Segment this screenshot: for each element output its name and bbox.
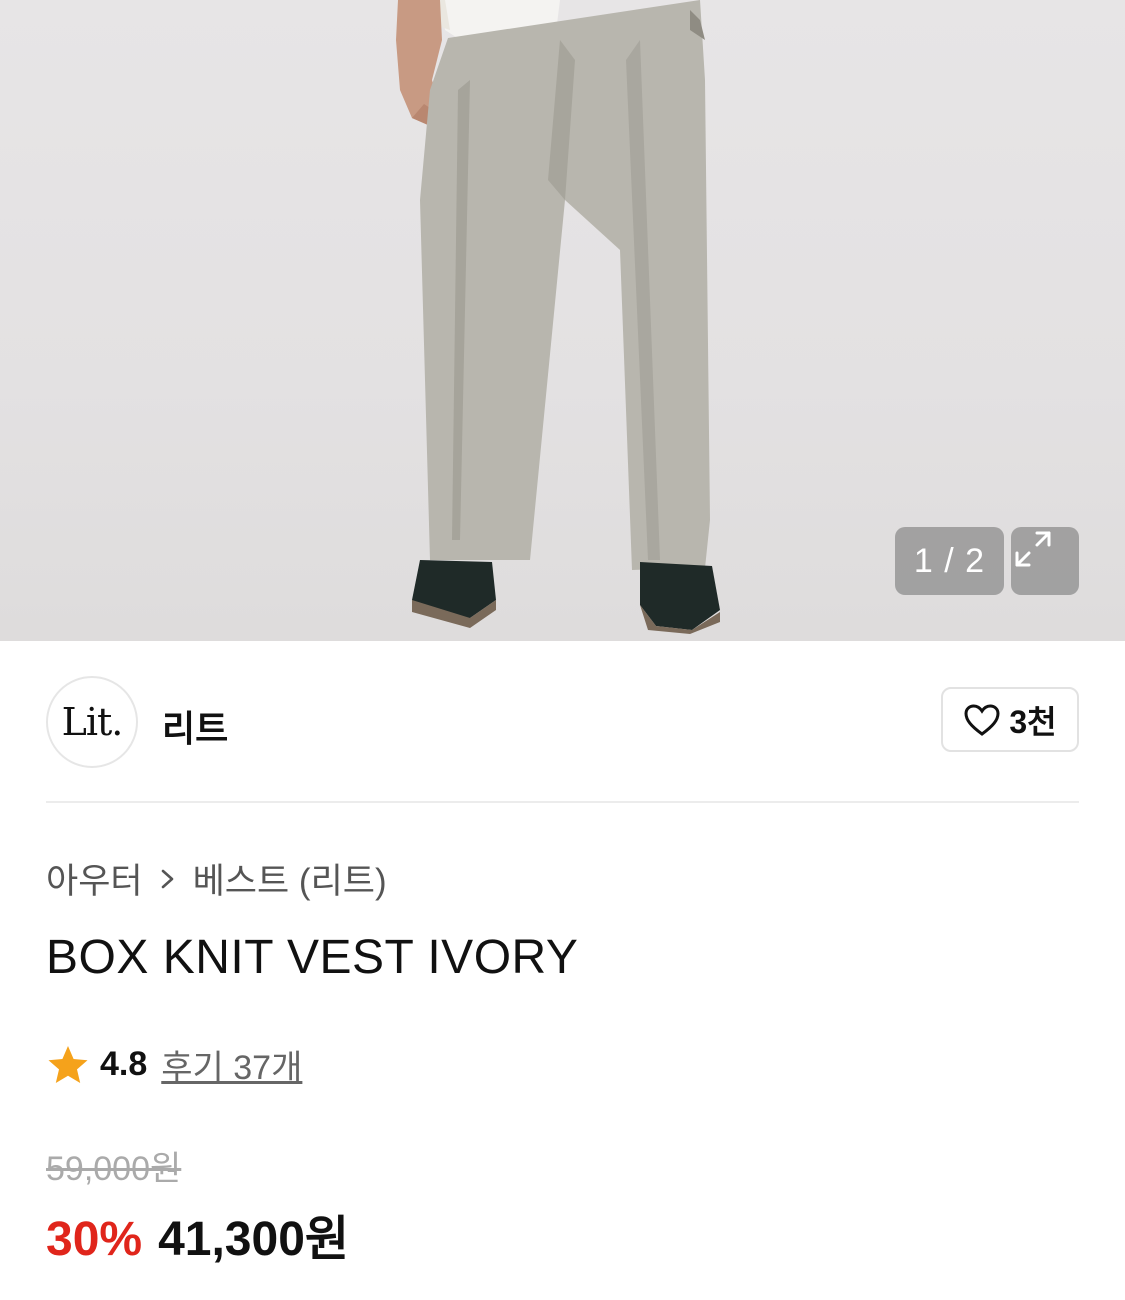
product-image-gallery[interactable]: 1 / 2 [0,0,1125,641]
divider [46,801,1079,803]
breadcrumb-category[interactable]: 아우터 [46,853,143,904]
brand-logo[interactable]: Lit. [46,676,138,768]
breadcrumb-subcategory[interactable]: 베스트 (리트) [193,853,387,904]
chevron-right-icon [161,869,173,888]
price-row: 30% 41,300원 [46,1199,349,1269]
brand-name[interactable]: 리트 [162,700,228,752]
breadcrumb: 아우터 베스트 (리트) [46,853,387,904]
expand-button[interactable] [1011,527,1079,595]
rating-score: 4.8 [100,1045,148,1083]
sale-price: 41,300원 [158,1213,350,1266]
original-price: 59,000원 [46,1150,182,1188]
reviews-link[interactable]: 후기 37개 [161,1040,302,1089]
discount-rate: 30% [46,1213,143,1266]
brand-row: Lit. 리트 3천 [46,676,1079,768]
image-counter: 1 / 2 [895,527,1004,595]
star-icon [48,1045,88,1083]
product-title: BOX KNIT VEST IVORY [46,931,579,984]
like-count: 3천 [1009,703,1057,740]
expand-icon [1015,531,1051,567]
heart-icon [964,703,1000,736]
rating-row: 4.8 후기 37개 [46,1040,302,1089]
like-button[interactable]: 3천 [941,687,1079,752]
